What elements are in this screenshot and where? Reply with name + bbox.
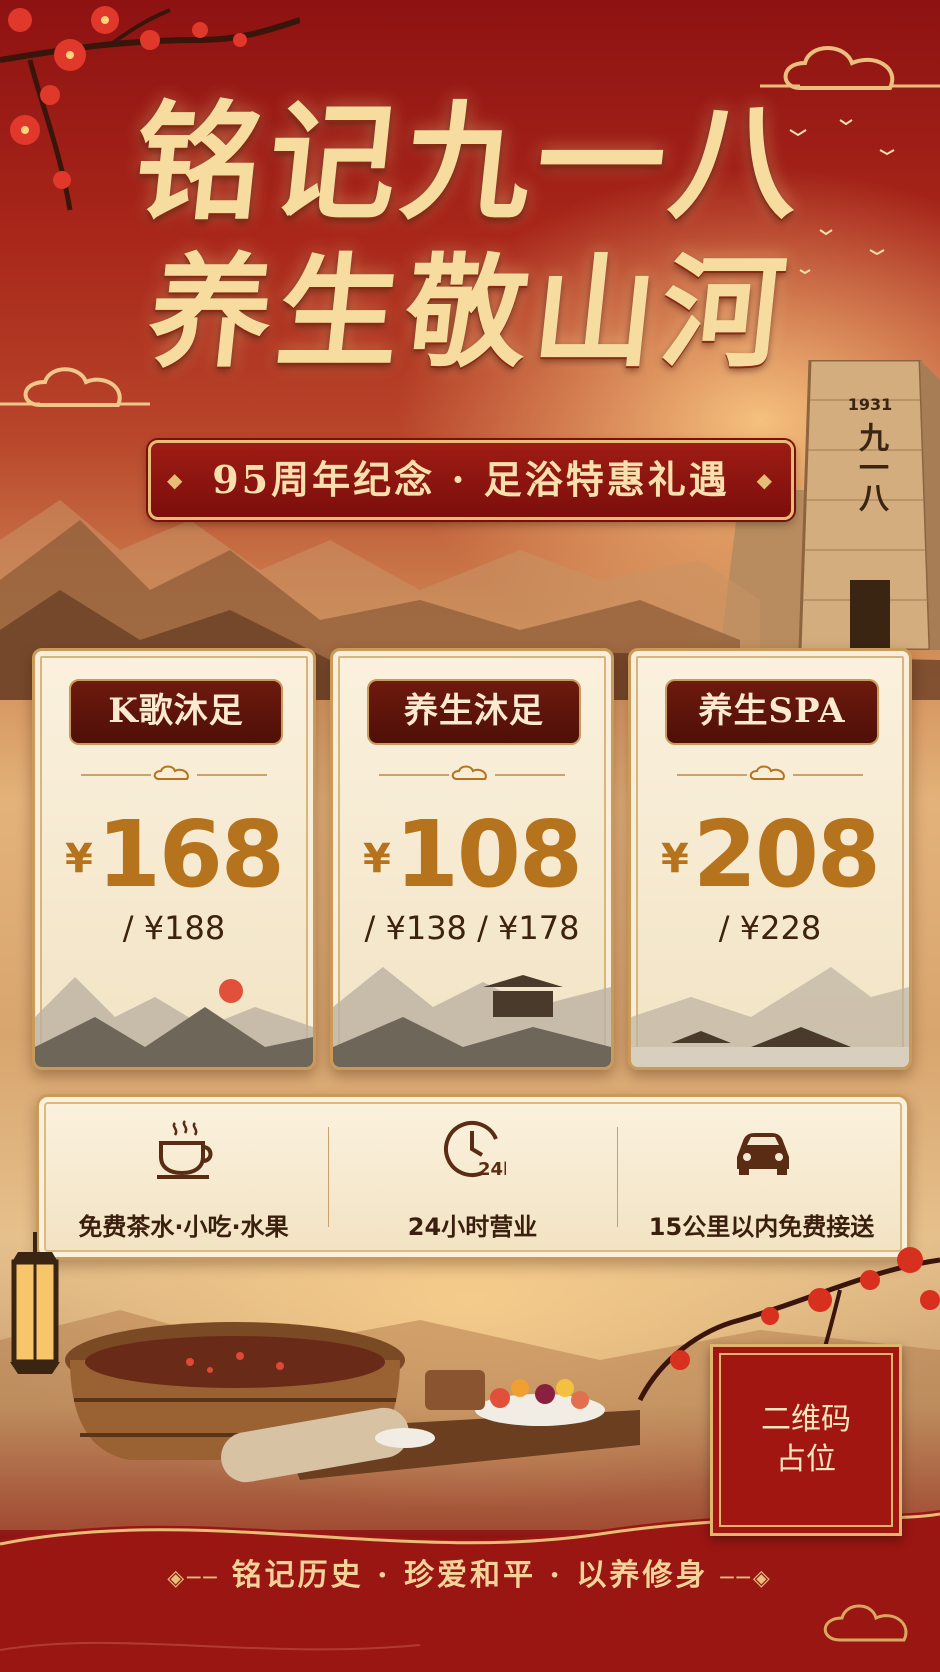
ornament-icon: ◈── — [167, 1565, 220, 1591]
price-card-health-foot[interactable]: 养生沐足 ¥108 / ¥138 / ¥178 — [330, 648, 614, 1070]
cloud-divider-icon — [379, 765, 565, 780]
ink-pavilion-scene — [333, 967, 611, 1067]
qr-label-line-1: 二维码 — [761, 1402, 851, 1437]
lantern-icon — [10, 1232, 60, 1374]
promo-banner: 95周年纪念 · 足浴特惠礼遇 — [148, 440, 794, 520]
qr-code-placeholder[interactable]: 二维码 占位 — [710, 1344, 902, 1536]
price-card-k-song-foot[interactable]: K歌沐足 ¥168 / ¥188 — [32, 648, 316, 1070]
card-title: 养生SPA — [665, 679, 879, 745]
original-price: / ¥228 — [718, 909, 822, 947]
cloud-divider-icon — [81, 765, 267, 780]
service-pickup: 15公里以内免费接送 — [617, 1097, 906, 1257]
ink-lake-scene — [631, 967, 909, 1067]
slogan-text: 铭记历史 · 珍爱和平 · 以养修身 — [231, 1558, 709, 1593]
tea-cup-icon — [157, 1120, 213, 1179]
qr-label-line-2: 占位 — [776, 1442, 836, 1477]
poster: 铭记九一八 养生敬山河 1931 九一八 95周年纪念 · 足浴特惠礼遇 K歌沐… — [0, 0, 940, 1672]
car-icon — [737, 1133, 789, 1175]
sale-price: ¥168 — [65, 801, 285, 908]
svg-text:24h: 24h — [478, 1159, 506, 1180]
price-card-health-spa[interactable]: 养生SPA ¥208 / ¥228 — [628, 648, 912, 1070]
card-title: 养生沐足 — [367, 679, 581, 745]
service-label: 24小时营业 — [407, 1213, 538, 1241]
service-24h: 24h 24小时营业 — [328, 1097, 617, 1257]
service-free-tea: 免费茶水·小吃·水果 — [39, 1097, 328, 1257]
service-label: 15公里以内免费接送 — [648, 1213, 875, 1241]
cloud-divider-icon — [677, 765, 863, 780]
card-title: K歌沐足 — [69, 679, 283, 745]
clock-24h-icon: 24h — [444, 1121, 506, 1180]
services-panel: 免费茶水·小吃·水果 24h 24小时营业 15公里以内免费接送 — [36, 1094, 910, 1260]
service-label: 免费茶水·小吃·水果 — [78, 1213, 289, 1241]
ink-mountain-scene — [35, 977, 313, 1067]
monument-year: 1931 — [847, 395, 893, 414]
original-price: / ¥138 / ¥178 — [364, 909, 580, 947]
footer-slogan: ◈── 铭记历史 · 珍爱和平 · 以养修身 ──◈ — [0, 1550, 940, 1594]
headline-line-1: 铭记九一八 — [127, 88, 813, 238]
original-price: / ¥188 — [122, 909, 226, 947]
ornament-icon: ──◈ — [720, 1565, 773, 1591]
sale-price: ¥108 — [363, 801, 583, 908]
sale-price: ¥208 — [661, 801, 881, 908]
